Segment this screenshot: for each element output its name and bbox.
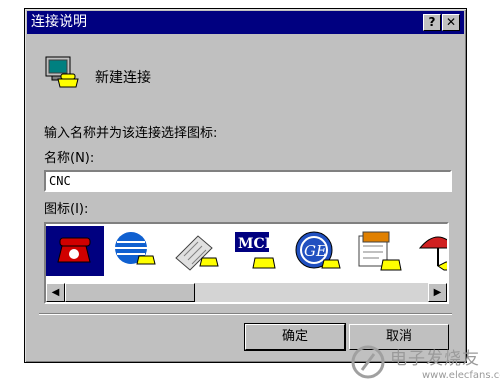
elecfans-logo-icon bbox=[351, 345, 385, 379]
help-button[interactable]: ? bbox=[423, 14, 441, 31]
ge-phone-icon[interactable]: GE bbox=[290, 226, 348, 276]
folder-phone-icon[interactable] bbox=[351, 226, 409, 276]
watermark: 电子发烧友 www.elecfans.com bbox=[348, 336, 500, 390]
scroll-right-button[interactable]: ▶ bbox=[428, 283, 447, 302]
watermark-text: 电子发烧友 bbox=[390, 349, 480, 369]
svg-text:GE: GE bbox=[304, 242, 327, 260]
mci-phone-icon[interactable]: MCI bbox=[229, 226, 287, 276]
close-button[interactable]: ✕ bbox=[442, 14, 460, 31]
icon-label: 图标(I): bbox=[44, 202, 89, 217]
ok-button[interactable]: 确定 bbox=[244, 323, 346, 351]
instruction-text: 输入名称并为该连接选择图标: bbox=[44, 126, 218, 141]
name-label: 名称(N): bbox=[44, 151, 95, 166]
separator bbox=[39, 313, 452, 315]
dialog-title: 连接说明 bbox=[31, 14, 87, 30]
connection-name-display: 新建连接 bbox=[95, 70, 151, 86]
scroll-left-button[interactable]: ◀ bbox=[46, 283, 65, 302]
name-input[interactable]: CNC bbox=[44, 170, 452, 192]
icon-list-scrollbar[interactable]: ◀ ▶ bbox=[46, 283, 447, 302]
icon-list[interactable]: MCI GE ◀ ▶ bbox=[44, 222, 449, 304]
connection-dialog: 连接说明 ? ✕ 新建连接 输入名称并为该连接选择图标: 名称(N): CNC … bbox=[24, 8, 467, 363]
title-bar: 连接说明 ? ✕ bbox=[27, 11, 464, 34]
watermark-url: www.elecfans.com bbox=[422, 370, 500, 381]
red-phone-icon[interactable] bbox=[46, 226, 104, 276]
scrollbar-thumb[interactable] bbox=[65, 283, 195, 302]
globe-phone-icon[interactable] bbox=[107, 226, 165, 276]
svg-text:MCI: MCI bbox=[238, 236, 271, 252]
umbrella-phone-icon[interactable] bbox=[412, 226, 447, 276]
connection-phone-icon bbox=[45, 56, 79, 88]
fax-phone-icon[interactable] bbox=[168, 226, 226, 276]
